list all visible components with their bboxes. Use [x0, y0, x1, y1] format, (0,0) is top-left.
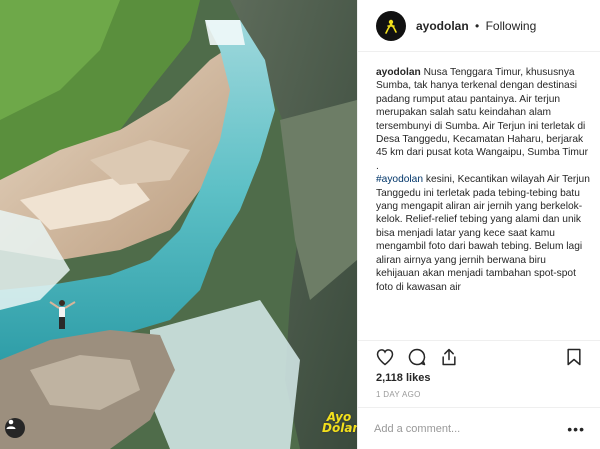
- separator-dot: •: [475, 18, 480, 33]
- caption-hashtag[interactable]: #ayodolan: [376, 174, 423, 185]
- caption-dot-line: .: [376, 160, 379, 172]
- watermark-line2: Dolan: [322, 421, 357, 435]
- post-header: ayodolan • Following: [358, 0, 600, 52]
- post-timestamp: 1 DAY AGO: [376, 390, 421, 399]
- share-button[interactable]: [438, 346, 460, 368]
- header-text: ayodolan • Following: [416, 19, 536, 33]
- comment-bar: •••: [358, 407, 600, 449]
- user-tag-button[interactable]: [5, 418, 25, 438]
- caption-text-part1: Nusa Tenggara Timur, khususnya Sumba, ta…: [376, 67, 588, 159]
- post-caption: ayodolan Nusa Tenggara Timur, khususnya …: [376, 66, 590, 338]
- comment-input[interactable]: [374, 422, 568, 435]
- avatar-logo-icon: [381, 15, 401, 36]
- following-button[interactable]: Following: [486, 19, 537, 33]
- save-button[interactable]: [563, 346, 585, 368]
- comment-icon: [408, 348, 426, 365]
- avatar[interactable]: [376, 10, 406, 41]
- watermark-logo: Ayo Dolan: [322, 411, 357, 446]
- waterfall-image: [0, 0, 357, 449]
- post-photo[interactable]: Ayo Dolan: [0, 0, 357, 449]
- more-options-button[interactable]: •••: [567, 421, 585, 437]
- bookmark-icon: [567, 348, 581, 365]
- username-link[interactable]: ayodolan: [416, 19, 469, 33]
- caption-text-part2: kesini, Kecantikan wilayah Air Terjun Ta…: [376, 174, 590, 293]
- heart-icon: [376, 348, 394, 365]
- post-side-panel: ayodolan • Following ayodolan Nusa Tengg…: [357, 0, 600, 449]
- likes-count[interactable]: 2,118 likes: [376, 372, 430, 384]
- action-bar: [358, 340, 600, 372]
- caption-username[interactable]: ayodolan: [376, 67, 421, 78]
- user-icon: [6, 419, 16, 429]
- like-button[interactable]: [374, 346, 396, 368]
- comment-button[interactable]: [406, 346, 428, 368]
- share-icon: [442, 348, 456, 365]
